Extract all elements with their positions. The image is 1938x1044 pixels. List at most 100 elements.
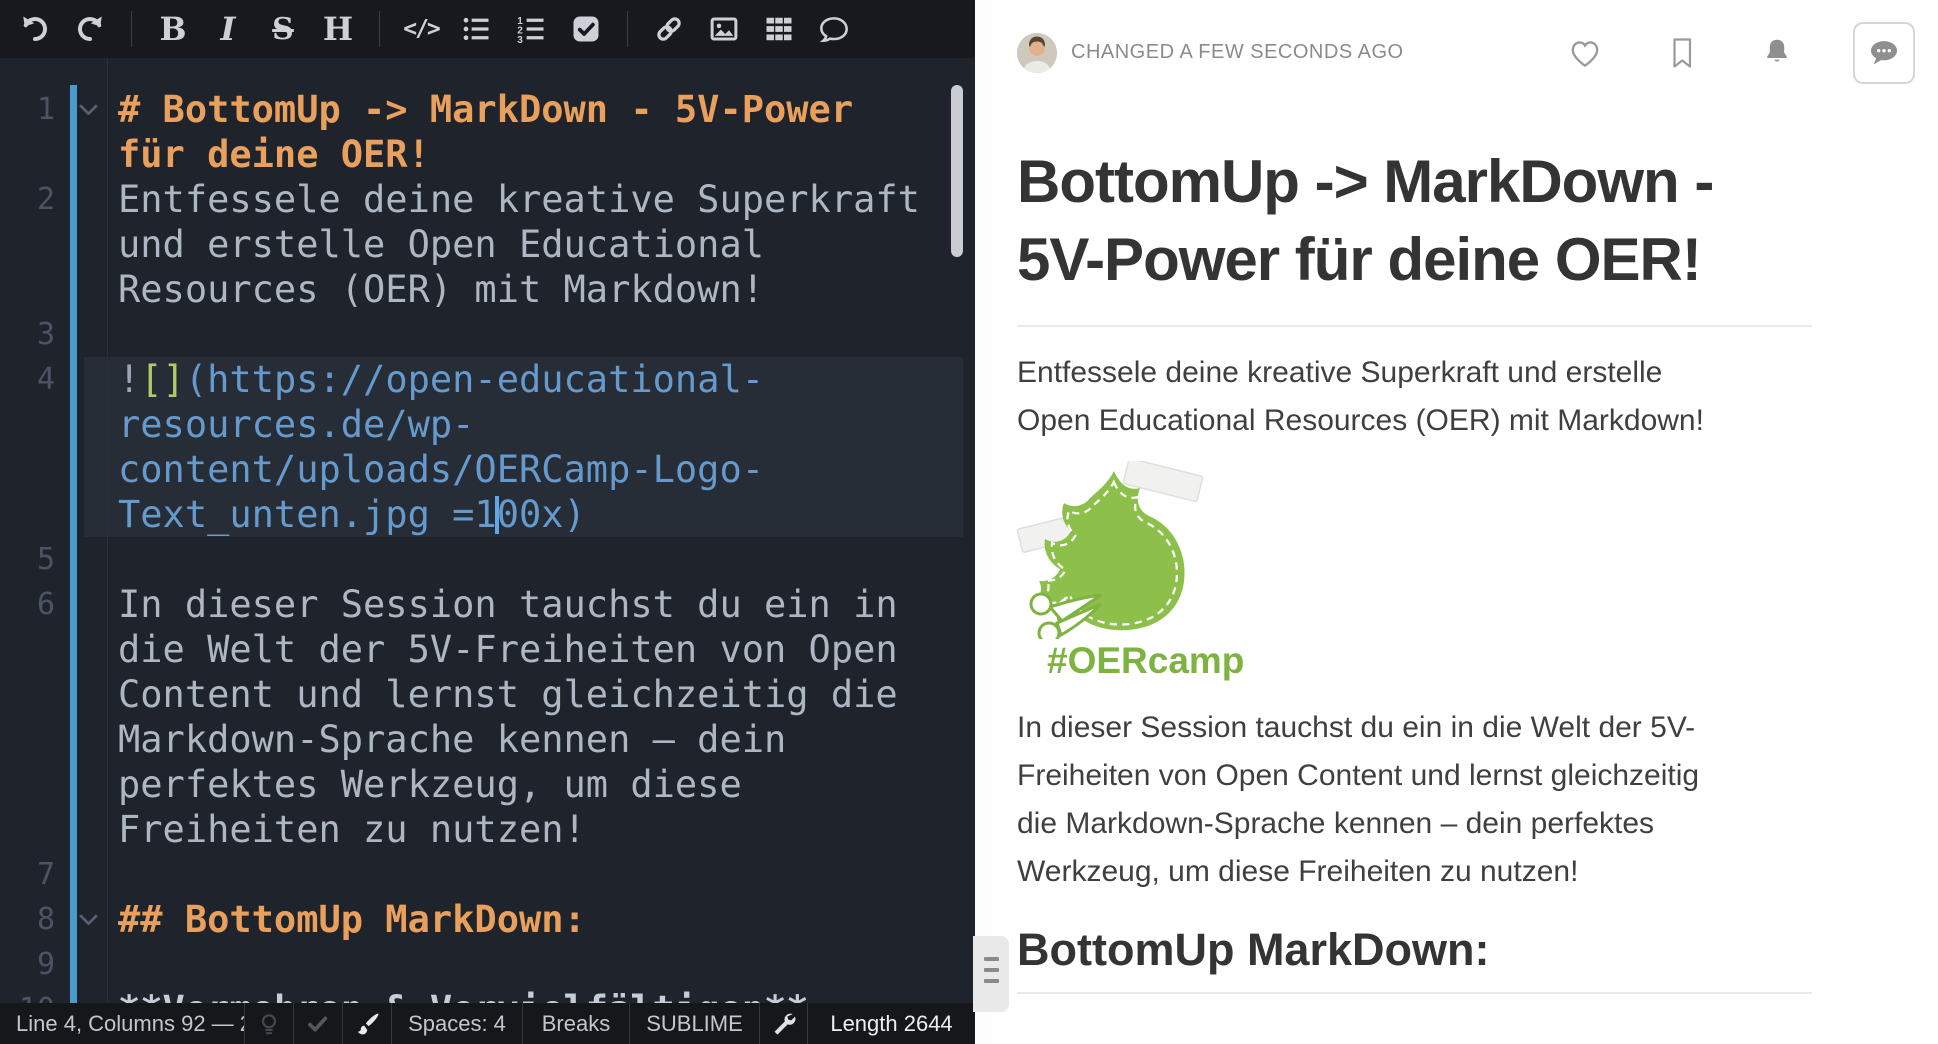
editor-row[interactable]: und erstelle Open Educational bbox=[0, 222, 975, 267]
editor-row[interactable]: resources.de/wp- bbox=[0, 402, 975, 447]
editor-row[interactable]: 4![](https://open-educational- bbox=[0, 357, 975, 402]
cursor-position: Line 4, Columns 92 — 21 bbox=[0, 1003, 245, 1044]
line-number: 8 bbox=[0, 902, 55, 937]
heart-icon bbox=[1567, 36, 1603, 70]
split-divider bbox=[975, 0, 992, 1044]
code-line-text: In dieser Session tauchst du ein in bbox=[118, 582, 898, 627]
code-line-text: # BottomUp -> MarkDown - 5V-Power bbox=[118, 87, 853, 132]
image-button[interactable] bbox=[702, 7, 746, 51]
line-number: 7 bbox=[0, 857, 55, 892]
editor-toolbar: B I S H </> 123 bbox=[0, 0, 975, 58]
preview-pane: CHANGED A FEW SECONDS AGO BottomUp -> Ma… bbox=[992, 0, 1938, 1044]
ordered-list-button[interactable]: 123 bbox=[509, 7, 553, 51]
line-number: 3 bbox=[0, 317, 55, 352]
editor-row[interactable]: perfektes Werkzeug, um diese bbox=[0, 762, 975, 807]
code-line-text: content/uploads/OERCamp-Logo- bbox=[118, 447, 764, 492]
editor-row[interactable]: 5 bbox=[0, 537, 975, 582]
editor-row[interactable]: 7 bbox=[0, 852, 975, 897]
keymap-setting[interactable]: SUBLIME bbox=[630, 1003, 760, 1044]
grip-line bbox=[984, 968, 999, 972]
split-handle[interactable] bbox=[973, 936, 1009, 1012]
editor-row[interactable]: Markdown-Sprache kennen – dein bbox=[0, 717, 975, 762]
editor-row[interactable]: 6In dieser Session tauchst du ein in bbox=[0, 582, 975, 627]
editor-row[interactable]: Resources (OER) mit Markdown! bbox=[0, 267, 975, 312]
code-line-text: für deine OER! bbox=[118, 132, 430, 177]
preferences-button[interactable] bbox=[760, 1003, 808, 1044]
toolbar-separator bbox=[627, 11, 628, 47]
theme-button[interactable] bbox=[343, 1003, 392, 1044]
checklist-button[interactable] bbox=[564, 7, 608, 51]
image-icon bbox=[709, 14, 739, 44]
session-paragraph: In dieser Session tauchst du ein in die … bbox=[1017, 704, 1938, 896]
editor-row[interactable]: für deine OER! bbox=[0, 132, 975, 177]
code-line-text: die Welt der 5V-Freiheiten von Open bbox=[118, 627, 898, 672]
indent-setting[interactable]: Spaces: 4 bbox=[392, 1003, 523, 1044]
comment-button[interactable] bbox=[812, 7, 856, 51]
bullet-list-icon bbox=[461, 14, 491, 44]
bookmark-button[interactable] bbox=[1667, 36, 1697, 70]
code-button[interactable]: </> bbox=[399, 7, 443, 51]
editor-row[interactable]: 3 bbox=[0, 312, 975, 357]
bold-icon: B bbox=[159, 10, 186, 48]
ordered-list-icon: 123 bbox=[516, 14, 546, 44]
code-editor[interactable]: 1 # BottomUp -> MarkDown - 5V-Powerfür de… bbox=[0, 58, 975, 1003]
intro-paragraph: Entfessele deine kreative Superkraft und… bbox=[1017, 349, 1938, 445]
editor-row[interactable]: 8## BottomUp MarkDown: bbox=[0, 897, 975, 942]
spellcheck-button[interactable] bbox=[294, 1003, 343, 1044]
svg-text:3: 3 bbox=[517, 35, 523, 44]
notifications-button[interactable] bbox=[1761, 36, 1793, 70]
editor-row[interactable]: Text_unten.jpg =100x) bbox=[0, 492, 975, 537]
linebreak-setting[interactable]: Breaks bbox=[523, 1003, 630, 1044]
avatar[interactable] bbox=[1017, 33, 1057, 73]
lightbulb-button[interactable] bbox=[245, 1003, 294, 1044]
table-button[interactable] bbox=[757, 7, 801, 51]
undo-button[interactable] bbox=[13, 7, 57, 51]
changed-lines-bar bbox=[70, 85, 77, 1003]
editor-rows: 1 # BottomUp -> MarkDown - 5V-Powerfür de… bbox=[0, 87, 975, 1003]
editor-row[interactable]: content/uploads/OERCamp-Logo- bbox=[0, 447, 975, 492]
editor-row[interactable]: Content und lernst gleichzeitig die bbox=[0, 672, 975, 717]
bookmark-icon bbox=[1667, 36, 1697, 70]
italic-button[interactable]: I bbox=[206, 7, 250, 51]
editor-row[interactable]: die Welt der 5V-Freiheiten von Open bbox=[0, 627, 975, 672]
heading-button[interactable]: H bbox=[316, 7, 360, 51]
strikethrough-icon: S bbox=[272, 12, 294, 47]
editor-row[interactable]: 9 bbox=[0, 942, 975, 987]
toolbar-separator bbox=[379, 11, 380, 47]
editor-row[interactable]: Freiheiten zu nutzen! bbox=[0, 807, 975, 852]
redo-button[interactable] bbox=[68, 7, 112, 51]
oercamp-logo: #OERcamp bbox=[1017, 461, 1938, 682]
line-number: 10 bbox=[0, 992, 55, 1003]
strikethrough-button[interactable]: S bbox=[261, 7, 305, 51]
section-heading: BottomUp MarkDown: bbox=[1017, 924, 1812, 994]
wrench-icon bbox=[771, 1011, 796, 1036]
line-number: 5 bbox=[0, 542, 55, 577]
line-number: 2 bbox=[0, 182, 55, 217]
link-icon bbox=[654, 14, 684, 44]
editor-row[interactable]: 2Entfessele deine kreative Superkraft bbox=[0, 177, 975, 222]
code-line-text: perfektes Werkzeug, um diese bbox=[118, 762, 742, 807]
oercamp-logo-text: #OERcamp bbox=[1047, 640, 1938, 682]
lightbulb-icon bbox=[256, 1011, 282, 1037]
fold-chevron-icon[interactable] bbox=[55, 914, 118, 925]
editor-row[interactable]: 10**Vermehren & Vervielfältigen** bbox=[0, 987, 975, 1003]
line-number: 1 bbox=[0, 92, 55, 127]
like-button[interactable] bbox=[1567, 36, 1603, 70]
code-line-text: Markdown-Sprache kennen – dein bbox=[118, 717, 786, 762]
heading-icon: H bbox=[323, 10, 353, 48]
fold-chevron-icon[interactable] bbox=[55, 104, 118, 115]
link-button[interactable] bbox=[647, 7, 691, 51]
comment-bubble-icon bbox=[1867, 38, 1901, 68]
editor-row[interactable]: 1 # BottomUp -> MarkDown - 5V-Power bbox=[0, 87, 975, 132]
doc-title: BottomUp -> MarkDown - 5V-Power für dein… bbox=[1017, 143, 1938, 299]
bold-button[interactable]: B bbox=[151, 7, 195, 51]
open-comments-button[interactable] bbox=[1853, 22, 1915, 84]
grip-line bbox=[984, 957, 999, 961]
code-line-text: ![](https://open-educational- bbox=[118, 357, 764, 402]
italic-icon: I bbox=[221, 10, 236, 48]
editor-scrollbar[interactable] bbox=[951, 85, 963, 257]
doc-length: Length 2644 bbox=[808, 1003, 975, 1044]
table-icon bbox=[764, 14, 794, 44]
bullet-list-button[interactable] bbox=[454, 7, 498, 51]
gutter-separator bbox=[107, 58, 108, 1003]
